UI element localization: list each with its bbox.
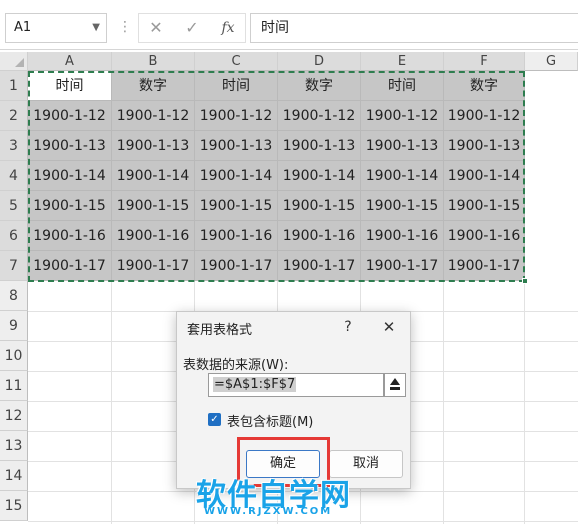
cell-e1[interactable]: 时间	[361, 71, 444, 101]
row-header-5[interactable]: 5	[0, 191, 28, 221]
cell-e5[interactable]: 1900-1-15	[361, 191, 444, 221]
cell-f4[interactable]: 1900-1-14	[444, 161, 525, 191]
cell-d1[interactable]: 数字	[278, 71, 361, 101]
cell-c4[interactable]: 1900-1-14	[195, 161, 278, 191]
cell-b1[interactable]: 数字	[112, 71, 195, 101]
check-icon[interactable]: ✓	[177, 14, 207, 42]
cell-a2[interactable]: 1900-1-12	[28, 101, 112, 131]
cell-c7[interactable]: 1900-1-17	[195, 251, 278, 281]
x-icon[interactable]: ✕	[141, 14, 171, 42]
column-header-a[interactable]: A	[28, 52, 112, 71]
has-headers-label[interactable]: 表包含标题(M)	[227, 411, 313, 430]
gridline	[28, 521, 578, 522]
cell-f1[interactable]: 数字	[444, 71, 525, 101]
cell-a1[interactable]: 时间	[28, 71, 112, 101]
cell-e4[interactable]: 1900-1-14	[361, 161, 444, 191]
has-headers-checkbox[interactable]: ✓	[208, 413, 221, 426]
cell-c3[interactable]: 1900-1-13	[195, 131, 278, 161]
formula-bar: A1 ▼ ⋮ ✕ ✓ fx 时间	[0, 0, 578, 50]
row-header-6[interactable]: 6	[0, 221, 28, 251]
cell-a4[interactable]: 1900-1-14	[28, 161, 112, 191]
row-header-9[interactable]: 9	[0, 311, 28, 341]
cell-e3[interactable]: 1900-1-13	[361, 131, 444, 161]
column-header-g[interactable]: G	[525, 52, 578, 71]
upload-bar-icon	[390, 387, 400, 390]
column-header-d[interactable]: D	[278, 52, 361, 71]
cell-a7[interactable]: 1900-1-17	[28, 251, 112, 281]
cell-b2[interactable]: 1900-1-12	[112, 101, 195, 131]
column-header-b[interactable]: B	[112, 52, 195, 71]
cell-d5[interactable]: 1900-1-15	[278, 191, 361, 221]
cell-d2[interactable]: 1900-1-12	[278, 101, 361, 131]
cell-b4[interactable]: 1900-1-14	[112, 161, 195, 191]
cell-f3[interactable]: 1900-1-13	[444, 131, 525, 161]
cell-f7[interactable]: 1900-1-17	[444, 251, 525, 281]
row-header-3[interactable]: 3	[0, 131, 28, 161]
cell-f6[interactable]: 1900-1-16	[444, 221, 525, 251]
name-box-value: A1	[14, 20, 32, 35]
row-header-15[interactable]: 15	[0, 491, 28, 521]
cell-f5[interactable]: 1900-1-15	[444, 191, 525, 221]
cell-b7[interactable]: 1900-1-17	[112, 251, 195, 281]
name-box[interactable]: A1 ▼	[5, 13, 107, 43]
dialog-title: 套用表格式	[187, 323, 253, 338]
cell-c2[interactable]: 1900-1-12	[195, 101, 278, 131]
row-header-2[interactable]: 2	[0, 101, 28, 131]
row-header-1[interactable]: 1	[0, 71, 28, 101]
cell-b6[interactable]: 1900-1-16	[112, 221, 195, 251]
row-header-8[interactable]: 8	[0, 281, 28, 311]
cell-f2[interactable]: 1900-1-12	[444, 101, 525, 131]
formula-buttons: ✕ ✓ fx	[138, 13, 246, 43]
fill-handle[interactable]	[522, 278, 528, 284]
cell-d4[interactable]: 1900-1-14	[278, 161, 361, 191]
formula-input[interactable]: 时间	[250, 13, 578, 43]
select-all-corner[interactable]	[0, 52, 28, 71]
function-icon[interactable]: fx	[213, 14, 243, 42]
cell-b3[interactable]: 1900-1-13	[112, 131, 195, 161]
source-range-value: =$A$1:$F$7	[213, 377, 297, 392]
cell-a3[interactable]: 1900-1-13	[28, 131, 112, 161]
column-header-f[interactable]: F	[444, 52, 525, 71]
row-header-4[interactable]: 4	[0, 161, 28, 191]
row-header-14[interactable]: 14	[0, 461, 28, 491]
column-header-e[interactable]: E	[361, 52, 444, 71]
cell-b5[interactable]: 1900-1-15	[112, 191, 195, 221]
cell-a6[interactable]: 1900-1-16	[28, 221, 112, 251]
cell-e2[interactable]: 1900-1-12	[361, 101, 444, 131]
cell-e6[interactable]: 1900-1-16	[361, 221, 444, 251]
close-icon[interactable]: ✕	[378, 316, 400, 338]
upload-arrow-icon	[390, 378, 400, 385]
select-all-icon	[15, 58, 24, 67]
source-label: 表数据的来源(W):	[183, 358, 289, 373]
cell-d7[interactable]: 1900-1-17	[278, 251, 361, 281]
cell-d6[interactable]: 1900-1-16	[278, 221, 361, 251]
row-header-7[interactable]: 7	[0, 251, 28, 281]
help-icon[interactable]: ?	[337, 316, 359, 338]
more-dots-icon: ⋮	[118, 19, 132, 35]
column-header-c[interactable]: C	[195, 52, 278, 71]
source-range-input[interactable]: =$A$1:$F$7	[208, 373, 384, 397]
cell-c5[interactable]: 1900-1-15	[195, 191, 278, 221]
cell-a5[interactable]: 1900-1-15	[28, 191, 112, 221]
cell-c1[interactable]: 时间	[195, 71, 278, 101]
collapse-dialog-button[interactable]	[384, 373, 406, 397]
cell-d3[interactable]: 1900-1-13	[278, 131, 361, 161]
row-header-10[interactable]: 10	[0, 341, 28, 371]
row-header-12[interactable]: 12	[0, 401, 28, 431]
cell-c6[interactable]: 1900-1-16	[195, 221, 278, 251]
watermark-url: WWW.RJZXW.COM	[204, 506, 333, 517]
cell-e7[interactable]: 1900-1-17	[361, 251, 444, 281]
row-header-11[interactable]: 11	[0, 371, 28, 401]
watermark: 软件自学网 WWW.RJZXW.COM	[196, 470, 350, 520]
format-as-table-dialog: 套用表格式 ? ✕ 表数据的来源(W): =$A$1:$F$7 ✓ 表包含标题(…	[176, 311, 411, 489]
chevron-down-icon[interactable]: ▼	[92, 14, 100, 42]
row-header-13[interactable]: 13	[0, 431, 28, 461]
